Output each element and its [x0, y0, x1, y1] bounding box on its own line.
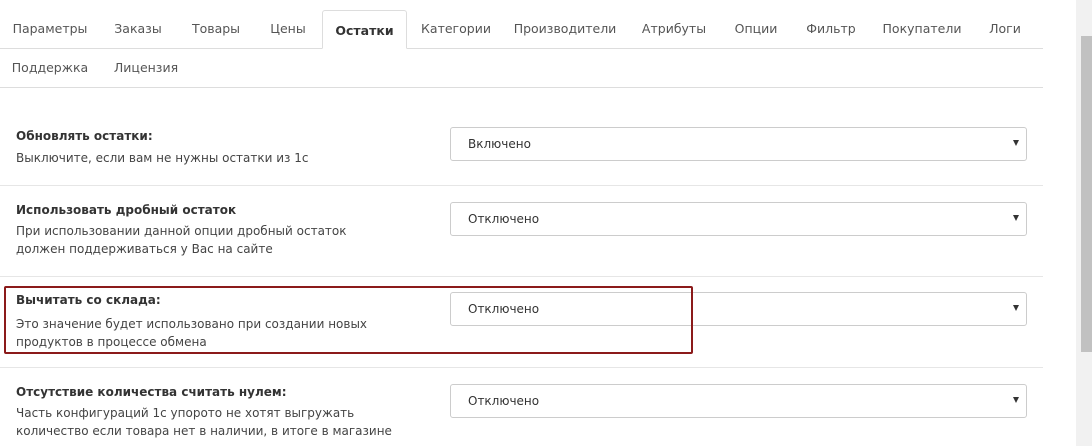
page: Параметры Заказы Товары Цены Остатки Кат… [0, 0, 1092, 446]
content-area: Параметры Заказы Товары Цены Остатки Кат… [0, 0, 1043, 446]
setting-row-fractional-stock: Использовать дробный остаток При использ… [0, 186, 1043, 277]
tab-prices[interactable]: Цены [260, 10, 316, 48]
setting-description: Это значение будет использовано при созд… [16, 317, 368, 349]
setting-description: Часть конфигураций 1с упорото не хотят в… [16, 406, 392, 446]
select-value: Включено [468, 137, 531, 151]
setting-title: Отсутствие количества считать нулем: [16, 385, 287, 399]
caret-down-icon [1013, 215, 1019, 221]
tab-parameters[interactable]: Параметры [4, 10, 96, 48]
tab-license[interactable]: Лицензия [104, 49, 188, 87]
caret-down-icon [1013, 140, 1019, 146]
tab-attributes[interactable]: Атрибуты [632, 10, 716, 48]
update-stock-select[interactable]: Включено [450, 127, 1027, 161]
tab-logs[interactable]: Логи [980, 10, 1030, 48]
zero-quantity-select[interactable]: Отключено [450, 384, 1027, 418]
setting-row-subtract-stock: Вычитать со склада: Это значение будет и… [0, 277, 1043, 368]
tab-categories[interactable]: Категории [414, 10, 498, 48]
tab-support[interactable]: Поддержка [4, 49, 96, 87]
tab-options[interactable]: Опции [726, 10, 786, 48]
setting-row-update-stock: Обновлять остатки: Выключите, если вам н… [0, 87, 1043, 186]
fractional-stock-select[interactable]: Отключено [450, 202, 1027, 236]
setting-description: При использовании данной опции дробный о… [16, 224, 347, 256]
tab-customers[interactable]: Покупатели [876, 10, 968, 48]
select-value: Отключено [468, 394, 540, 408]
tab-stock[interactable]: Остатки [322, 10, 407, 49]
tab-products[interactable]: Товары [182, 10, 250, 48]
subtract-stock-select[interactable]: Отключено [450, 292, 1027, 326]
tab-manufacturers[interactable]: Производители [510, 10, 620, 48]
setting-title: Использовать дробный остаток [16, 203, 237, 217]
scrollbar-thumb[interactable] [1081, 36, 1092, 352]
tab-orders[interactable]: Заказы [104, 10, 172, 48]
setting-description: Выключите, если вам не нужны остатки из … [16, 151, 309, 165]
select-value: Отключено [468, 212, 540, 226]
vertical-scrollbar[interactable] [1076, 0, 1092, 446]
tab-filter[interactable]: Фильтр [798, 10, 864, 48]
setting-title: Обновлять остатки: [16, 129, 153, 143]
tab-bar: Параметры Заказы Товары Цены Остатки Кат… [0, 0, 1043, 88]
tab-row-divider [406, 48, 1043, 49]
setting-title: Вычитать со склада: [16, 293, 161, 307]
select-value: Отключено [468, 302, 540, 316]
setting-row-zero-quantity: Отсутствие количества считать нулем: Час… [0, 368, 1043, 446]
caret-down-icon [1013, 305, 1019, 311]
caret-down-icon [1013, 397, 1019, 403]
